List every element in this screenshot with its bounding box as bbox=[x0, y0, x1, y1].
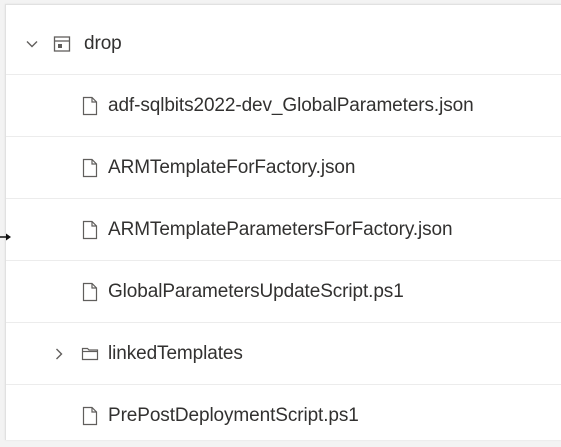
file-icon bbox=[80, 158, 100, 178]
file-icon bbox=[80, 96, 100, 116]
tree-row-drop[interactable]: drop bbox=[6, 13, 561, 75]
tree-row-label: PrePostDeploymentScript.ps1 bbox=[108, 405, 359, 426]
chevron-down-icon[interactable] bbox=[24, 36, 40, 52]
tree-row-label: ARMTemplateForFactory.json bbox=[108, 156, 356, 178]
tree-row-label: ARMTemplateParametersForFactory.json bbox=[108, 218, 453, 240]
tree-row-label: adf-sqlbits2022-dev_GlobalParameters.jso… bbox=[108, 94, 474, 116]
artifact-drop-icon bbox=[52, 34, 72, 54]
tree-row-label: GlobalParametersUpdateScript.ps1 bbox=[108, 280, 404, 302]
tree-row-label: drop bbox=[84, 32, 122, 54]
artifact-tree-panel: drop adf-sqlbits2022-dev_GlobalParameter… bbox=[5, 4, 561, 440]
chevron-right-icon[interactable] bbox=[51, 346, 67, 362]
folder-icon bbox=[80, 344, 100, 364]
tree-row-label: linkedTemplates bbox=[108, 342, 243, 364]
tree-row-file[interactable]: GlobalParametersUpdateScript.ps1 bbox=[6, 261, 561, 323]
tree-row-file[interactable]: ARMTemplateParametersForFactory.json bbox=[6, 199, 561, 261]
arrow-pointer-icon bbox=[0, 229, 12, 241]
file-icon bbox=[80, 220, 100, 240]
file-icon bbox=[80, 282, 100, 302]
tree-row-file[interactable]: ARMTemplateForFactory.json bbox=[6, 137, 561, 199]
file-icon bbox=[80, 406, 100, 426]
tree-row-folder[interactable]: linkedTemplates bbox=[6, 323, 561, 385]
tree-row-file[interactable]: PrePostDeploymentScript.ps1 bbox=[6, 385, 561, 447]
tree-row-file[interactable]: adf-sqlbits2022-dev_GlobalParameters.jso… bbox=[6, 75, 561, 137]
